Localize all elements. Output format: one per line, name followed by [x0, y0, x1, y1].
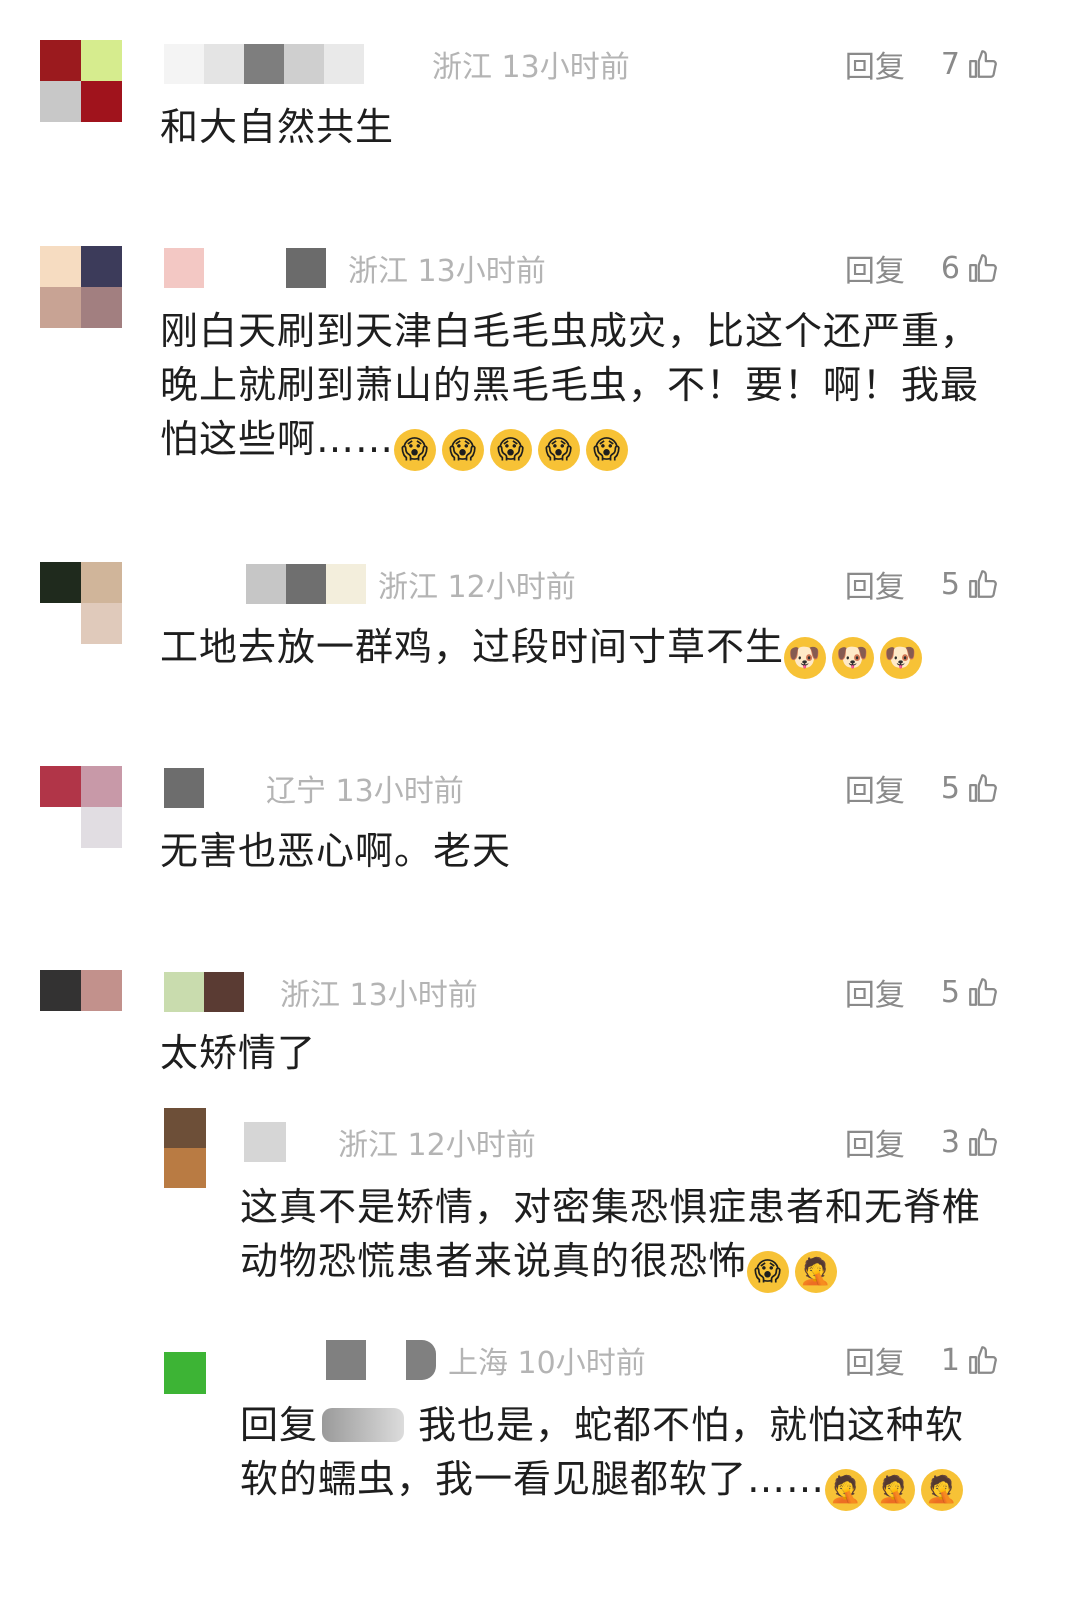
- facepalm-emoji: 🤦: [795, 1251, 838, 1293]
- location-label: 浙江 13小时前: [280, 978, 478, 1013]
- thumbs-up-icon[interactable]: [966, 1343, 1000, 1377]
- comment-actions: 回复 5: [845, 970, 1000, 1014]
- scream-emoji: 😱: [538, 429, 581, 471]
- avatar[interactable]: [40, 40, 122, 122]
- comment-text: 回复 我也是，蛇都不怕，就怕这种软 软的蠕虫，我一看见腿都软了…… 🤦 🤦 🤦: [240, 1398, 969, 1511]
- scream-emoji: 😱: [394, 429, 437, 471]
- location-label: 辽宁 13小时前: [266, 774, 464, 809]
- timestamp: 12小时前: [407, 1128, 536, 1163]
- timestamp: 10小时前: [517, 1346, 646, 1381]
- dog-emoji: 🐶: [832, 637, 875, 679]
- avatar[interactable]: [164, 1108, 206, 1188]
- comment-actions: 回复 6: [845, 246, 1000, 290]
- reply-button[interactable]: 回复: [845, 1338, 905, 1382]
- thumbs-up-icon[interactable]: [966, 1125, 1000, 1159]
- comment-meta: 浙江 12小时前: [244, 1122, 536, 1163]
- comment-actions: 回复 5: [845, 562, 1000, 606]
- comment-text: 工地去放一群鸡，过段时间寸草不生 🐶 🐶 🐶: [160, 620, 928, 679]
- like-count: 5: [940, 566, 960, 602]
- like-count: 7: [940, 46, 960, 82]
- location-label: 浙江 12小时前: [378, 570, 576, 605]
- location-label: 浙江 12小时前: [338, 1128, 536, 1163]
- facepalm-emoji: 🤦: [825, 1469, 868, 1511]
- dog-emoji: 🐶: [880, 637, 923, 679]
- comment-actions: 回复 5: [845, 766, 1000, 810]
- avatar[interactable]: [40, 562, 122, 644]
- comment-meta: 辽宁 13小时前: [164, 768, 464, 809]
- username-blurred[interactable]: [244, 1340, 436, 1380]
- comment-actions: 回复 3: [845, 1120, 1000, 1164]
- comment-text: 太矫情了: [160, 1031, 317, 1075]
- username-blurred[interactable]: [164, 972, 268, 1012]
- thumbs-up-icon[interactable]: [966, 975, 1000, 1009]
- comment-line: 这真不是矫情，对密集恐惧症患者和无脊椎: [240, 1185, 982, 1229]
- comment-text: 和大自然共生: [160, 105, 395, 149]
- like-count: 5: [940, 974, 960, 1010]
- comment-actions: 回复 1: [845, 1338, 1000, 1382]
- comment-meta: 浙江 13小时前: [164, 248, 546, 289]
- comment-text: 这真不是矫情，对密集恐惧症患者和无脊椎 动物恐慌患者来说真的很恐怖 😱 🤦: [240, 1180, 981, 1293]
- facepalm-emoji: 🤦: [921, 1469, 964, 1511]
- timestamp: 13小时前: [417, 254, 546, 289]
- avatar[interactable]: [40, 970, 122, 1052]
- like-count: 5: [940, 770, 960, 806]
- comment-meta: 浙江 13小时前: [164, 44, 630, 85]
- comment-line: 软的蠕虫，我一看见腿都软了…… 🤦 🤦 🤦: [240, 1452, 969, 1511]
- comment-line: 晚上就刷到萧山的黑毛毛虫，不！要！啊！我最: [160, 363, 980, 407]
- comment-actions: 回复 7: [845, 42, 1000, 86]
- thumbs-up-icon[interactable]: [966, 251, 1000, 285]
- reply-button[interactable]: 回复: [845, 562, 905, 606]
- scream-emoji: 😱: [442, 429, 485, 471]
- thumbs-up-icon[interactable]: [966, 771, 1000, 805]
- timestamp: 13小时前: [335, 774, 464, 809]
- avatar[interactable]: [40, 246, 122, 328]
- thumbs-up-icon[interactable]: [966, 567, 1000, 601]
- username-blurred[interactable]: [164, 248, 336, 288]
- comment-line: 回复 我也是，蛇都不怕，就怕这种软: [240, 1403, 965, 1447]
- like-count: 3: [940, 1124, 960, 1160]
- comment-meta: 浙江 12小时前: [164, 564, 576, 605]
- location-label: 上海 10小时前: [448, 1346, 646, 1381]
- thumbs-up-icon[interactable]: [966, 47, 1000, 81]
- reply-button[interactable]: 回复: [845, 970, 905, 1014]
- username-blurred[interactable]: [244, 1122, 326, 1162]
- reply-button[interactable]: 回复: [845, 246, 905, 290]
- facepalm-emoji: 🤦: [873, 1469, 916, 1511]
- timestamp: 13小时前: [501, 50, 630, 85]
- scream-emoji: 😱: [747, 1251, 790, 1293]
- mention-blurred[interactable]: [322, 1408, 405, 1442]
- comment-text: 无害也恶心啊。老天: [160, 829, 512, 873]
- like-count: 1: [940, 1342, 960, 1378]
- scream-emoji: 😱: [586, 429, 629, 471]
- dog-emoji: 🐶: [784, 637, 827, 679]
- timestamp: 13小时前: [349, 978, 478, 1013]
- comment-line: 刚白天刷到天津白毛毛虫成灾，比这个还严重，: [160, 309, 980, 353]
- comment-meta: 上海 10小时前: [244, 1340, 646, 1381]
- username-blurred[interactable]: [164, 564, 366, 604]
- avatar[interactable]: [40, 766, 122, 848]
- location-label: 浙江 13小时前: [432, 50, 630, 85]
- comment-text: 刚白天刷到天津白毛毛虫成灾，比这个还严重， 晚上就刷到萧山的黑毛毛虫，不！要！啊…: [160, 304, 979, 471]
- avatar[interactable]: [164, 1352, 206, 1394]
- scream-emoji: 😱: [490, 429, 533, 471]
- reply-button[interactable]: 回复: [845, 766, 905, 810]
- username-blurred[interactable]: [164, 44, 420, 84]
- comment-line: 怕这些啊…… 😱 😱 😱 😱 😱: [160, 412, 979, 471]
- location-label: 浙江 13小时前: [348, 254, 546, 289]
- username-blurred[interactable]: [164, 768, 254, 808]
- like-count: 6: [940, 250, 960, 286]
- comment-line: 动物恐慌患者来说真的很恐怖 😱 🤦: [240, 1234, 981, 1293]
- timestamp: 12小时前: [447, 570, 576, 605]
- reply-button[interactable]: 回复: [845, 42, 905, 86]
- comment-meta: 浙江 13小时前: [164, 972, 478, 1013]
- reply-button[interactable]: 回复: [845, 1120, 905, 1164]
